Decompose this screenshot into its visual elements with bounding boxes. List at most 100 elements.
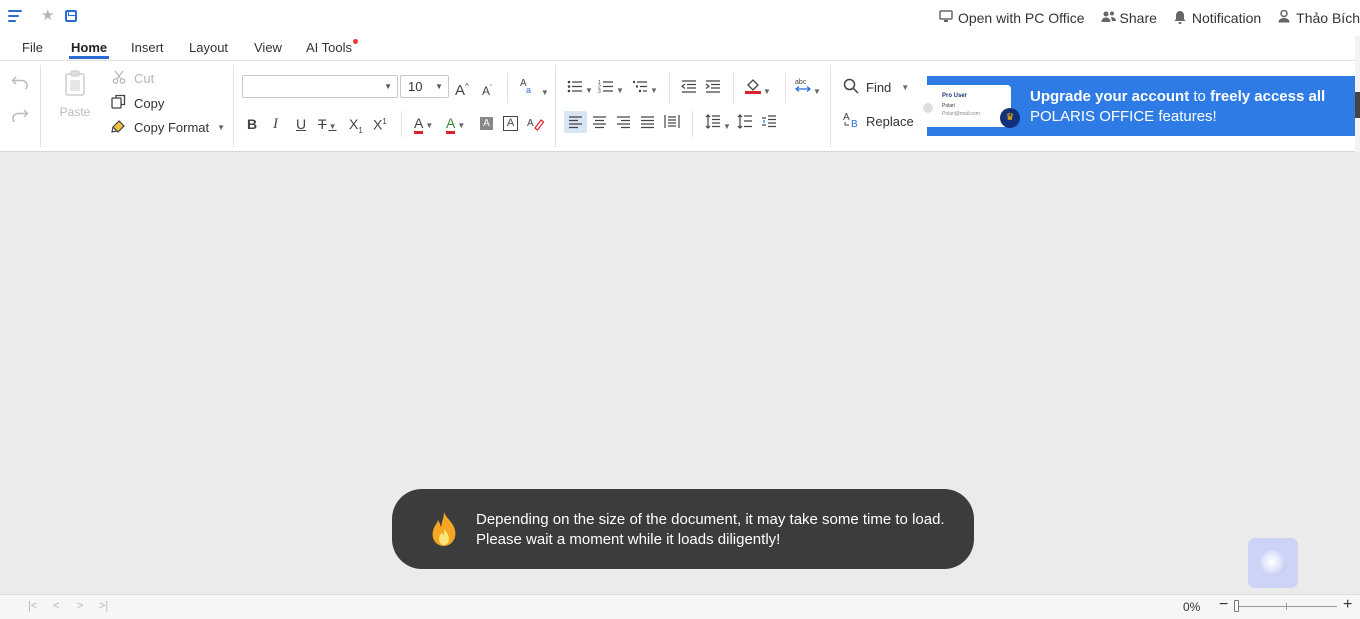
bell-icon <box>1173 10 1187 27</box>
svg-text:abc: abc <box>795 79 807 86</box>
notification-button[interactable]: Notification <box>1173 10 1261 27</box>
share-label: Share <box>1119 10 1157 26</box>
prev-page-icon[interactable]: < <box>53 600 59 612</box>
highlight-color-icon[interactable]: A ▼ <box>446 114 465 135</box>
upgrade-message: Upgrade your account to freely access al… <box>1030 87 1350 127</box>
chevron-down-icon: ▼ <box>723 122 731 131</box>
paragraph-settings-icon[interactable] <box>761 114 777 133</box>
numbered-list-icon[interactable]: 1 2 3 ▼ <box>598 79 624 100</box>
font-color-icon[interactable]: A ▼ <box>414 114 433 135</box>
tab-home[interactable]: Home <box>68 40 110 59</box>
tab-view[interactable]: View <box>254 40 282 55</box>
save-icon[interactable] <box>65 10 77 22</box>
align-left-icon[interactable] <box>568 115 583 133</box>
tab-file[interactable]: File <box>22 40 43 55</box>
paste-label: Paste <box>59 105 91 119</box>
decrease-indent-icon[interactable] <box>680 79 696 97</box>
tab-insert[interactable]: Insert <box>131 40 164 55</box>
superscript-icon[interactable]: X1 <box>373 113 387 134</box>
zoom-level: 0% <box>1183 600 1201 614</box>
italic-icon[interactable]: I <box>273 115 278 133</box>
multilevel-list-icon[interactable]: ▼ <box>632 79 658 100</box>
first-page-icon[interactable]: |< <box>28 600 37 612</box>
decrease-font-size-icon[interactable]: Aˇ <box>482 80 492 100</box>
divider <box>555 65 556 147</box>
upgrade-banner[interactable]: Pro User Polari Polari@mail.com ♛ Upgrad… <box>923 76 1355 136</box>
clear-format-icon[interactable]: A <box>527 115 545 135</box>
svg-text:A: A <box>843 112 850 123</box>
zoom-slider-thumb[interactable] <box>1234 600 1239 612</box>
next-page-icon[interactable]: > <box>77 600 83 612</box>
increase-font-size-icon[interactable]: A^ <box>455 78 469 100</box>
divider <box>733 73 734 103</box>
find-button[interactable]: Find ▼ <box>843 78 909 97</box>
strikethrough-icon[interactable]: T ▼ <box>318 115 336 136</box>
ai-assistant-button[interactable] <box>1248 538 1298 588</box>
text-direction-icon[interactable]: abc ▼ <box>795 77 821 101</box>
cut-button[interactable]: Cut <box>112 70 154 87</box>
paragraph-spacing-icon[interactable] <box>737 114 753 133</box>
subscript-icon[interactable]: X1 <box>349 115 363 140</box>
justify-icon[interactable] <box>640 115 655 133</box>
replace-icon: AB <box>843 111 860 131</box>
chevron-down-icon: ▼ <box>384 82 392 91</box>
change-case-icon[interactable]: Aa ▼ <box>519 77 549 102</box>
scissors-icon <box>112 70 128 87</box>
open-with-pc-office-label: Open with PC Office <box>957 10 1085 26</box>
loading-message-line2: Please wait a moment while it loads dili… <box>476 531 781 548</box>
copy-icon <box>111 94 128 112</box>
loading-toast: Depending on the size of the document, i… <box>392 489 974 569</box>
distribute-icon[interactable] <box>664 114 680 133</box>
share-button[interactable]: Share <box>1101 10 1157 26</box>
bullet-list-icon[interactable]: ▼ <box>567 79 593 100</box>
user-account-button[interactable]: Thảo Bích <box>1277 9 1360 26</box>
divider <box>40 65 41 147</box>
menu-icon[interactable] <box>8 10 22 22</box>
paragraph-shading-icon[interactable]: ▼ <box>745 76 771 101</box>
increase-indent-icon[interactable] <box>705 79 720 97</box>
avatar <box>923 103 933 113</box>
last-page-icon[interactable]: >| <box>99 600 108 612</box>
open-with-pc-office-button[interactable]: Open with PC Office <box>939 10 1085 26</box>
redo-icon[interactable] <box>11 108 29 126</box>
bold-icon[interactable]: B <box>247 115 257 133</box>
ribbon-scrollbar[interactable] <box>1355 36 1360 152</box>
upgrade-msg-bold2: freely access all <box>1210 88 1326 105</box>
tab-ai-tools[interactable]: AI Tools <box>306 39 359 55</box>
align-right-icon[interactable] <box>616 115 631 133</box>
svg-text:3: 3 <box>598 89 601 93</box>
replace-button[interactable]: AB Replace <box>843 111 914 131</box>
star-icon[interactable]: ★ <box>41 8 54 24</box>
copy-button[interactable]: Copy <box>111 94 164 112</box>
copy-format-button[interactable]: Copy Format ▼ <box>111 118 225 136</box>
svg-text:B: B <box>851 119 858 128</box>
character-border-icon[interactable]: A <box>503 116 518 131</box>
undo-icon[interactable] <box>11 75 29 93</box>
underline-icon[interactable]: U <box>296 115 306 133</box>
ribbon-toolbar: Paste Cut Copy Copy Format ▼ ▼ 10 ▼ A^ A… <box>0 60 1360 152</box>
chevron-down-icon: ▼ <box>763 87 771 96</box>
paste-icon <box>65 70 85 96</box>
chevron-down-icon: ▼ <box>616 86 624 95</box>
search-icon <box>843 78 859 97</box>
line-spacing-icon[interactable]: ▼ <box>705 114 731 136</box>
loading-message-line1: Depending on the size of the document, i… <box>476 511 945 528</box>
zoom-slider-tick <box>1286 603 1287 610</box>
chevron-down-icon: ▼ <box>813 87 821 96</box>
chevron-down-icon: ▼ <box>901 83 910 92</box>
upgrade-msg-line2: POLARIS OFFICE features! <box>1030 108 1217 125</box>
align-center-icon[interactable] <box>592 115 607 133</box>
chevron-down-icon: ▼ <box>457 121 466 130</box>
user-name-label: Thảo Bích <box>1296 10 1360 26</box>
font-size-select[interactable]: 10 ▼ <box>400 75 449 98</box>
character-shading-icon[interactable]: A <box>480 117 493 130</box>
chevron-down-icon: ▼ <box>435 82 443 91</box>
scrollbar-thumb[interactable] <box>1355 92 1360 118</box>
zoom-out-icon[interactable]: − <box>1219 596 1228 614</box>
tab-layout[interactable]: Layout <box>189 40 228 55</box>
font-name-select[interactable]: ▼ <box>242 75 398 98</box>
top-bar: ★ Open with PC Office Share Notification… <box>0 0 1360 36</box>
paste-button[interactable]: Paste <box>58 69 92 121</box>
chevron-down-icon: ▼ <box>540 88 549 97</box>
zoom-in-icon[interactable]: + <box>1343 596 1352 614</box>
